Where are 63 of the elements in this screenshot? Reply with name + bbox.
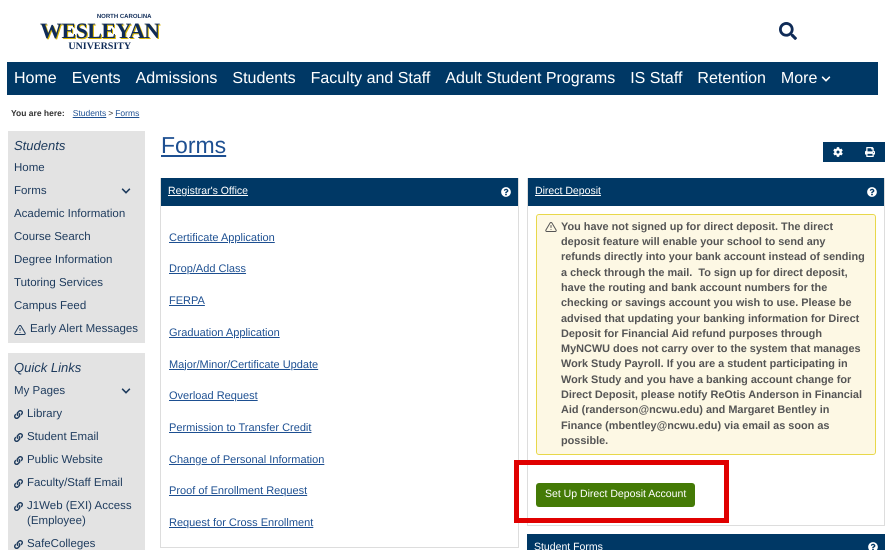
nav-link[interactable]: Events <box>72 66 121 90</box>
nav-link[interactable]: More <box>780 66 832 90</box>
sidebar-link[interactable]: Academic Information <box>14 207 126 222</box>
form-link[interactable]: Overload Request <box>169 389 258 405</box>
help-icon[interactable] <box>501 186 511 197</box>
breadcrumb-label: You are here: <box>11 107 65 120</box>
sidebar-link[interactable]: Course Search <box>14 230 91 246</box>
chevron-down-icon[interactable] <box>121 386 131 396</box>
form-link[interactable]: Major/Minor/Certificate Update <box>169 358 318 374</box>
form-link[interactable]: Graduation Application <box>169 326 280 342</box>
nav-link[interactable]: Adult Student Programs <box>445 66 616 90</box>
sidebar-link[interactable]: Faculty/Staff Email <box>27 476 123 491</box>
sidebar-link[interactable]: Forms <box>14 184 47 200</box>
sidebar-link[interactable]: My Pages <box>14 384 66 399</box>
form-link[interactable]: Drop/Add Class <box>169 262 246 278</box>
sidebar-link[interactable]: SafeColleges <box>27 536 96 550</box>
page-title[interactable]: Forms <box>161 130 226 159</box>
sidebar-link[interactable]: Tutoring Services <box>14 276 104 292</box>
alert-message: You have not signed up for direct deposit. The direct deposit feature will enable your school to send any refunds directly into your bank account instead of sending a check through the mail. To sign up for direct deposit, have the routing and bank account numbers for the checking or savings account you wish to use. Please be advised that updating your banking information for Direct Deposit for Financial Aid refund purposes through MyNCWU does not carry over to the system that manages Work Study Payroll. If you are a student participating in Work Study and you have a banking account change for Direct Deposit, please notify ReOtis Anderson in Financial Aid (randerson@ncwu.edu) and Margaret Bentley in Finance (mbentley@ncwu.edu) via email as soon as possible. <box>561 220 866 449</box>
sidebar-link[interactable]: Library <box>27 406 62 422</box>
nav-link[interactable]: Admissions <box>136 66 218 90</box>
sidebar-heading: Quick Links <box>14 359 82 378</box>
link-icon <box>14 478 23 488</box>
panel-title-link[interactable]: Student Forms <box>534 540 603 550</box>
sidebar-link[interactable]: Early Alert Messages <box>30 322 138 338</box>
chevron-down-icon[interactable] <box>121 186 131 196</box>
panel-title-link[interactable]: Registrar's Office <box>168 184 248 200</box>
breadcrumb-link[interactable]: Students <box>72 107 106 120</box>
sidebar-heading: Students <box>14 136 66 155</box>
form-link[interactable]: FERPA <box>169 294 205 310</box>
print-icon[interactable] <box>865 146 875 157</box>
nav-link[interactable]: IS Staff <box>630 66 682 90</box>
panel-title-link[interactable]: Direct Deposit <box>535 184 601 200</box>
link-icon <box>14 456 23 465</box>
warning-icon <box>14 324 26 336</box>
sidebar-link[interactable]: Campus Feed <box>14 299 86 314</box>
help-icon[interactable] <box>867 186 877 197</box>
form-link[interactable]: Permission to Transfer Credit <box>169 420 312 437</box>
nav-link[interactable]: Retention <box>697 66 766 90</box>
link-icon <box>14 502 23 511</box>
sidebar-link[interactable]: J1Web (EXI) Access (Employee) <box>27 498 139 529</box>
warning-icon <box>545 220 557 233</box>
search-icon[interactable] <box>779 22 797 40</box>
link-icon <box>14 540 23 549</box>
nav-link[interactable]: Students <box>232 66 296 90</box>
sidebar-link[interactable]: Degree Information <box>14 253 112 268</box>
sidebar-link[interactable]: Student Email <box>27 430 99 445</box>
help-icon[interactable] <box>868 542 878 550</box>
form-link[interactable]: Proof of Enrollment Request <box>169 484 308 500</box>
breadcrumb-separator: > <box>108 107 114 120</box>
sidebar-link[interactable]: Home <box>14 161 45 176</box>
breadcrumb-link[interactable]: Forms <box>115 107 140 120</box>
nav-link[interactable]: Home <box>14 66 57 90</box>
form-link[interactable]: Certificate Application <box>169 230 275 246</box>
form-link[interactable]: Change of Personal Information <box>169 452 324 468</box>
chevron-down-icon <box>821 74 832 84</box>
link-icon <box>14 432 23 442</box>
link-icon <box>14 410 23 419</box>
form-link[interactable]: Request for Cross Enrollment <box>169 516 314 532</box>
setup-direct-deposit-button[interactable]: Set Up Direct Deposit Account <box>536 483 696 508</box>
nav-link[interactable]: Faculty and Staff <box>310 66 430 90</box>
settings-icon[interactable] <box>833 146 843 157</box>
sidebar-link[interactable]: Public Website <box>27 452 103 468</box>
